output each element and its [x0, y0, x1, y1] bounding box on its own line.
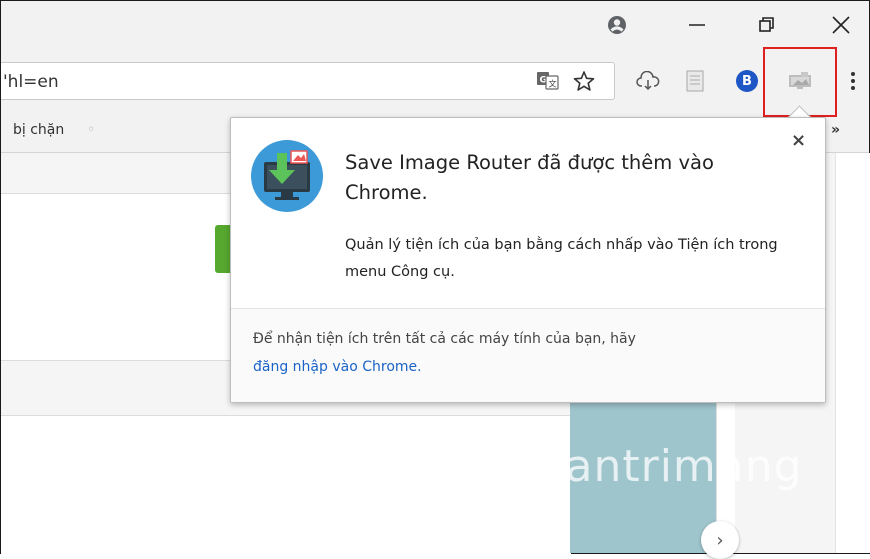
- restore-icon[interactable]: [747, 9, 787, 41]
- profile-badge-icon[interactable]: B: [736, 70, 758, 92]
- title-bar: [1, 1, 869, 51]
- bookmarks-overflow-icon[interactable]: »: [831, 122, 840, 138]
- translate-icon[interactable]: G文: [537, 71, 559, 91]
- address-bar[interactable]: 'hl=en G文: [1, 62, 615, 100]
- extension-installed-bubble: × Save Image Router đã được thêm vào Chr…: [230, 117, 826, 403]
- svg-text:文: 文: [549, 79, 557, 89]
- cloud-download-icon[interactable]: [635, 69, 661, 93]
- extension-logo-icon: [251, 140, 323, 212]
- watermark: Quantrimang: [501, 441, 803, 492]
- footer-text: Để nhận tiện ích trên tất cả các máy tín…: [253, 331, 636, 347]
- sign-in-link[interactable]: đăng nhập vào Chrome.: [253, 359, 422, 375]
- bubble-footer: [231, 309, 825, 402]
- bookmark-item[interactable]: bị chặn: [13, 122, 64, 138]
- browser-toolbar: 'hl=en G文 B: [1, 51, 869, 111]
- content-card: [1, 415, 571, 554]
- bubble-title: Save Image Router đã được thêm vào Chrom…: [345, 151, 714, 204]
- next-arrow-button[interactable]: ›: [701, 521, 739, 559]
- bubble-description: Quản lý tiện ích của bạn bằng cách nhấp …: [345, 237, 778, 280]
- account-icon[interactable]: [597, 9, 637, 41]
- chrome-menu-icon[interactable]: [847, 69, 859, 93]
- minimize-icon[interactable]: [677, 9, 717, 41]
- close-icon[interactable]: [821, 9, 861, 41]
- divider: [231, 308, 825, 309]
- bookmark-fade-icon: ◦: [87, 122, 96, 138]
- close-bubble-icon[interactable]: ×: [791, 130, 806, 151]
- address-text: 'hl=en: [3, 72, 59, 92]
- reader-icon[interactable]: [683, 69, 707, 93]
- scrollbar[interactable]: [835, 153, 870, 553]
- star-icon[interactable]: [573, 70, 595, 92]
